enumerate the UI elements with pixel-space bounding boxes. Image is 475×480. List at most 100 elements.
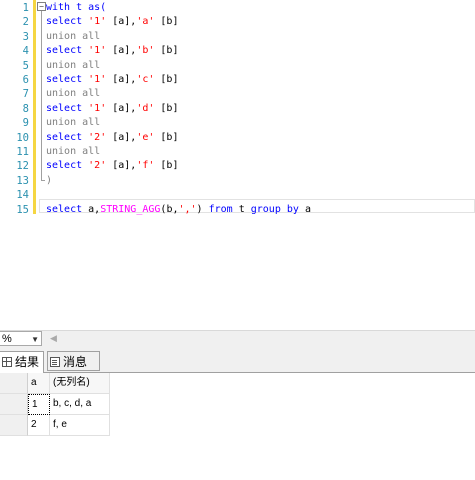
line-number-gutter: 1 2 3 4 5 6 7 8 9 10 11 12 13 14 15 <box>0 0 32 218</box>
code-token: union all <box>46 146 101 157</box>
scroll-left-icon[interactable]: ◀ <box>50 333 57 344</box>
outline-guide-end <box>41 180 45 181</box>
code-token: 'b' <box>136 45 155 57</box>
row-header[interactable] <box>0 415 28 436</box>
code-token: 'c' <box>136 74 155 85</box>
code-token: select <box>46 203 89 215</box>
line-number: 6 <box>22 74 29 86</box>
code-token: 'a' <box>136 16 155 28</box>
code-token: [a], <box>106 16 137 28</box>
code-token: '1' <box>88 16 107 28</box>
grid-icon <box>2 357 12 367</box>
table-cell[interactable]: b, c, d, a <box>50 394 110 415</box>
code-line: select '1' [a],'d' [b] <box>46 102 178 116</box>
code-line: union all <box>46 116 100 130</box>
code-token: a <box>298 203 311 215</box>
table-cell[interactable]: f, e <box>50 415 110 436</box>
editor-status-bar: % ▼ ◀ <box>0 330 475 348</box>
table-cell[interactable]: 1 <box>28 394 50 415</box>
outline-guide <box>41 11 42 181</box>
line-number: 7 <box>22 88 29 101</box>
code-token: select <box>46 160 89 172</box>
code-token: union all <box>46 88 101 100</box>
zoom-select[interactable]: % ▼ <box>0 331 42 346</box>
code-token: [a], <box>106 45 137 57</box>
line-number: 5 <box>22 59 29 72</box>
code-token: '1' <box>88 74 107 85</box>
code-token: a, <box>88 203 101 215</box>
column-header[interactable]: (无列名) <box>50 373 110 394</box>
code-token: [b] <box>154 160 179 172</box>
code-token: group by <box>250 203 299 215</box>
code-token: [a], <box>106 74 137 85</box>
code-token: [a], <box>106 160 137 172</box>
code-line: select '2' [a],'e' [b] <box>46 131 178 145</box>
code-token: [b] <box>154 102 179 114</box>
grid-corner[interactable] <box>0 373 28 394</box>
code-token: '2' <box>88 160 107 172</box>
tab-results[interactable]: 结果 <box>0 351 44 373</box>
code-token: '2' <box>88 131 107 143</box>
results-grid[interactable]: a (无列名) 1 b, c, d, a 2 f, e <box>0 373 475 480</box>
line-number: 10 <box>16 131 29 144</box>
chevron-down-icon[interactable]: ▼ <box>31 332 39 347</box>
results-tab-strip: 结果 消息 <box>0 348 475 373</box>
code-token: [a], <box>106 102 137 114</box>
code-token: union all <box>46 30 101 42</box>
code-line: with t as( <box>46 1 106 15</box>
code-line: select '1' [a],'a' [b] <box>46 15 178 29</box>
change-tracking-bar <box>33 0 36 214</box>
code-line: union all <box>46 87 100 101</box>
tab-messages-label: 消息 <box>63 355 88 369</box>
query-editor[interactable]: 1 2 3 4 5 6 7 8 9 10 11 12 13 14 15 − with t as(select… <box>0 0 475 330</box>
zoom-value: % <box>2 333 12 345</box>
line-number: 15 <box>16 203 29 216</box>
code-line: select '2' [a],'f' [b] <box>46 159 178 173</box>
code-line: select '1' [a],'c' [b] <box>46 73 178 87</box>
code-token: [b] <box>154 16 179 28</box>
line-number: 12 <box>16 160 29 173</box>
code-token: ) <box>46 174 53 186</box>
tab-messages[interactable]: 消息 <box>47 351 100 371</box>
code-line: select a,STRING_AGG(b,',') from t group … <box>46 203 311 217</box>
code-line: union all <box>46 59 100 73</box>
code-token: union all <box>46 59 101 71</box>
code-line: union all <box>46 30 100 44</box>
line-number: 13 <box>16 174 29 187</box>
code-line: select '1' [a],'b' [b] <box>46 44 178 58</box>
code-token: union all <box>46 117 101 129</box>
line-number: 9 <box>22 117 29 130</box>
line-number: 2 <box>22 16 29 29</box>
code-token: [b] <box>154 45 179 57</box>
code-token: select <box>46 131 89 143</box>
collapse-toggle-icon[interactable]: − <box>37 2 46 11</box>
code-token: select <box>46 16 89 28</box>
code-token: ',' <box>178 203 197 215</box>
code-token: [b] <box>154 74 179 85</box>
code-token: 'f' <box>136 160 155 172</box>
table-cell[interactable]: 2 <box>28 415 50 436</box>
code-token: t <box>232 203 251 215</box>
code-token: [b] <box>154 131 179 143</box>
line-number: 8 <box>22 102 29 115</box>
line-number: 4 <box>22 45 29 58</box>
code-line: ) <box>46 174 52 188</box>
line-number: 1 <box>22 2 29 14</box>
line-number: 3 <box>22 30 29 43</box>
code-token: select <box>46 45 89 57</box>
code-token: 'd' <box>136 102 155 114</box>
tab-results-label: 结果 <box>15 355 40 369</box>
code-token: (b, <box>160 203 179 215</box>
message-icon <box>50 357 60 367</box>
code-token: '1' <box>88 45 107 57</box>
code-token: select <box>46 74 89 85</box>
code-token: [a], <box>106 131 137 143</box>
row-header[interactable] <box>0 394 28 415</box>
line-number: 14 <box>16 189 29 202</box>
code-line: union all <box>46 145 100 159</box>
code-token: STRING_AGG <box>100 203 161 215</box>
code-token: '1' <box>88 102 107 114</box>
code-token: from <box>208 203 233 215</box>
column-header[interactable]: a <box>28 373 50 394</box>
line-number: 11 <box>16 146 29 158</box>
